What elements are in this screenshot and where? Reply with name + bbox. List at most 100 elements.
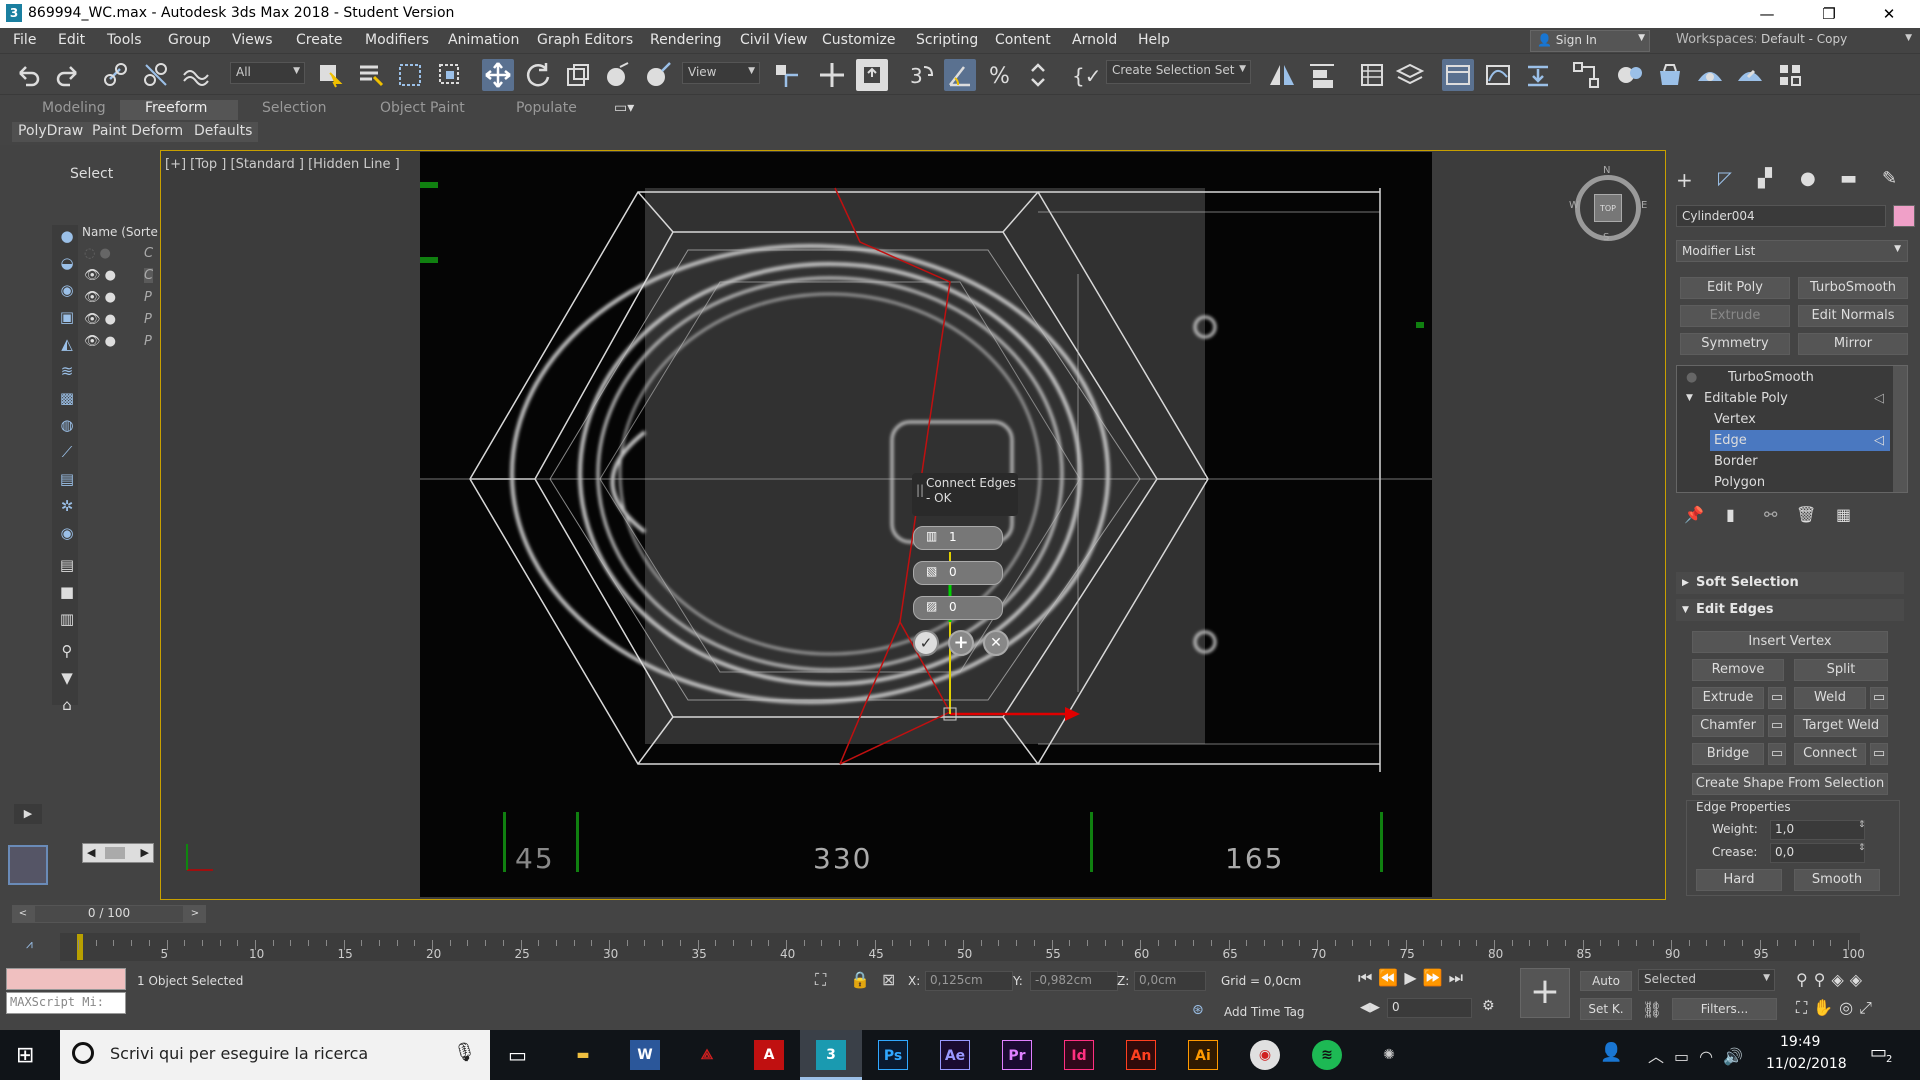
keyboard-shortcut-override-icon[interactable]	[856, 59, 888, 91]
reference-coord-dropdown[interactable]: View ▼	[682, 62, 760, 84]
layer-toggle-icon[interactable]	[8, 845, 48, 885]
microphone-icon[interactable]: 🎙	[453, 1042, 476, 1063]
clock-time[interactable]: 19:49	[1780, 1034, 1820, 1050]
app-icon[interactable]: ✺	[1374, 1040, 1404, 1070]
modify-tab-icon[interactable]: ◸	[1718, 168, 1732, 189]
ribbon-options-icon[interactable]: ▭▾	[614, 100, 634, 120]
key-mode-icon[interactable]: ◀▶	[1360, 1000, 1380, 1015]
tab-freeform[interactable]: Freeform	[120, 100, 238, 120]
angle-snap-icon[interactable]	[944, 59, 976, 91]
symmetry-button[interactable]: Symmetry	[1680, 333, 1790, 355]
menu-rendering[interactable]: Rendering	[650, 32, 722, 48]
create-shape-button[interactable]: Create Shape From Selection	[1692, 773, 1888, 795]
scale-icon[interactable]	[562, 59, 594, 91]
indesign-icon[interactable]: Id	[1064, 1040, 1094, 1070]
smooth-button[interactable]: Smooth	[1794, 869, 1880, 891]
menu-arnold[interactable]: Arnold	[1072, 32, 1117, 48]
stack-scrollbar[interactable]	[1893, 366, 1907, 492]
absolute-mode-icon[interactable]: ⊠	[882, 970, 895, 989]
filter-funnel-icon[interactable]: ⚲	[56, 642, 78, 664]
mirror-icon[interactable]	[1266, 59, 1298, 91]
menu-edit[interactable]: Edit	[58, 32, 85, 48]
word-icon[interactable]: W	[630, 1040, 660, 1070]
stack-item-turbosmooth[interactable]: ● TurboSmooth	[1680, 367, 1890, 388]
weld-settings-icon[interactable]: ▭	[1870, 687, 1888, 709]
unlink-icon[interactable]	[140, 59, 172, 91]
select-object-icon[interactable]	[314, 59, 346, 91]
rect-selection-icon[interactable]	[394, 59, 426, 91]
stack-item-vertex[interactable]: Vertex	[1680, 409, 1890, 430]
time-tag-icon[interactable]: ⊛	[1192, 1002, 1204, 1018]
task-view-icon[interactable]: ▭	[508, 1043, 527, 1067]
maxscript-listener-output[interactable]	[6, 968, 126, 990]
next-key-icon[interactable]: ⏩	[1423, 968, 1449, 987]
workspace-dropdown[interactable]: Default - Copy ▼	[1756, 30, 1916, 52]
go-to-start-icon[interactable]: ⏮	[1358, 968, 1378, 987]
shapes-filter-icon[interactable]: ◉	[56, 281, 78, 303]
stack-item-edge[interactable]: Edge ◁	[1710, 430, 1890, 451]
caddy-segments-field[interactable]: ▥ 1	[913, 526, 1003, 550]
viewport-top[interactable]: 45 330 165	[420, 152, 1432, 897]
subtab-paint-deform[interactable]: Paint Deform	[86, 122, 190, 142]
window-crossing-icon[interactable]	[434, 59, 466, 91]
extrude-settings-icon[interactable]: ▭	[1768, 687, 1786, 709]
eye-icon[interactable]: 👁 ●	[84, 312, 116, 327]
display-tab-icon[interactable]: ▬	[1840, 168, 1857, 189]
link-icon[interactable]	[100, 59, 132, 91]
menu-animation[interactable]: Animation	[448, 32, 519, 48]
eye-icon[interactable]: 👁 ●	[84, 290, 116, 305]
edit-normals-button[interactable]: Edit Normals	[1798, 305, 1908, 327]
container-icon[interactable]: ⌂	[56, 696, 78, 718]
field-of-view-icon[interactable]: ⛶	[1796, 998, 1813, 1017]
list-item[interactable]: ◌ ● C	[84, 246, 158, 268]
system-tray[interactable]: ︿▭◠🔊	[1648, 1043, 1753, 1067]
select-place-icon[interactable]	[642, 59, 674, 91]
motion-tab-icon[interactable]: ●	[1800, 168, 1816, 189]
menu-tools[interactable]: Tools	[107, 32, 142, 48]
isolate-selection-icon[interactable]: ⛶	[815, 970, 826, 990]
key-filter-dropdown[interactable]: Selected ▼	[1638, 969, 1775, 991]
tab-modeling[interactable]: Modeling	[42, 100, 106, 120]
menu-create[interactable]: Create	[296, 32, 343, 48]
caddy-cancel-icon[interactable]: ✕	[983, 630, 1009, 656]
tab-populate[interactable]: Populate	[516, 100, 577, 120]
notifications-icon[interactable]: ▭	[1870, 1042, 1887, 1063]
undo-icon[interactable]	[12, 59, 44, 91]
show-end-result-icon[interactable]: ▮	[1726, 505, 1735, 524]
start-icon[interactable]: ⊞	[16, 1043, 34, 1068]
zoom-extents-icon[interactable]: ◈	[1831, 970, 1849, 989]
bridge-button[interactable]: Bridge	[1692, 743, 1764, 765]
select-manipulate-icon[interactable]	[816, 59, 848, 91]
connect-settings-icon[interactable]: ▭	[1870, 743, 1888, 765]
select-none-icon[interactable]: ■	[56, 583, 78, 605]
acrobat-icon[interactable]: ⟁	[692, 1040, 722, 1070]
dope-sheet-icon[interactable]	[1522, 59, 1554, 91]
selection-lock-icon[interactable]: 🔒	[850, 970, 870, 989]
stack-item-border[interactable]: Border	[1680, 451, 1890, 472]
lights-filter-icon[interactable]: ▣	[56, 308, 78, 330]
hierarchy-tab-icon[interactable]: ▞	[1758, 168, 1772, 189]
menu-help[interactable]: Help	[1138, 32, 1170, 48]
render-cloud-icon[interactable]	[1774, 59, 1806, 91]
pivot-point-icon[interactable]	[770, 59, 802, 91]
configure-sets-icon[interactable]: ▦	[1836, 505, 1851, 524]
auto-key-button[interactable]: Auto	[1580, 971, 1632, 991]
edit-named-selection-icon[interactable]: {✓	[1068, 59, 1101, 91]
modifier-list-dropdown[interactable]: Modifier List ▼	[1676, 240, 1908, 262]
rotate-icon[interactable]	[522, 59, 554, 91]
stack-item-editable-poly[interactable]: ▼ Editable Poly ◁	[1680, 388, 1890, 409]
spotify-icon[interactable]: ≋	[1312, 1040, 1342, 1070]
collapse-icon[interactable]: ▼	[1686, 388, 1693, 409]
menu-group[interactable]: Group	[168, 32, 211, 48]
spinner-arrows-icon[interactable]: ⇕	[1858, 820, 1866, 830]
chamfer-settings-icon[interactable]: ▭	[1768, 715, 1786, 737]
xrefs-filter-icon[interactable]: ⟋	[56, 443, 78, 465]
minimize-button[interactable]: —	[1744, 0, 1790, 28]
taskbar-search-box[interactable]: Scrivi qui per eseguire la ricerca 🎙	[60, 1030, 490, 1080]
premiere-icon[interactable]: Pr	[1002, 1040, 1032, 1070]
filter-icon[interactable]: ▼	[56, 669, 78, 691]
select-all-icon[interactable]: ▤	[56, 556, 78, 578]
connect-button[interactable]: Connect	[1794, 743, 1866, 765]
caddy-ok-icon[interactable]: ✓	[913, 630, 939, 656]
percent-snap-icon[interactable]: %	[984, 59, 1016, 91]
